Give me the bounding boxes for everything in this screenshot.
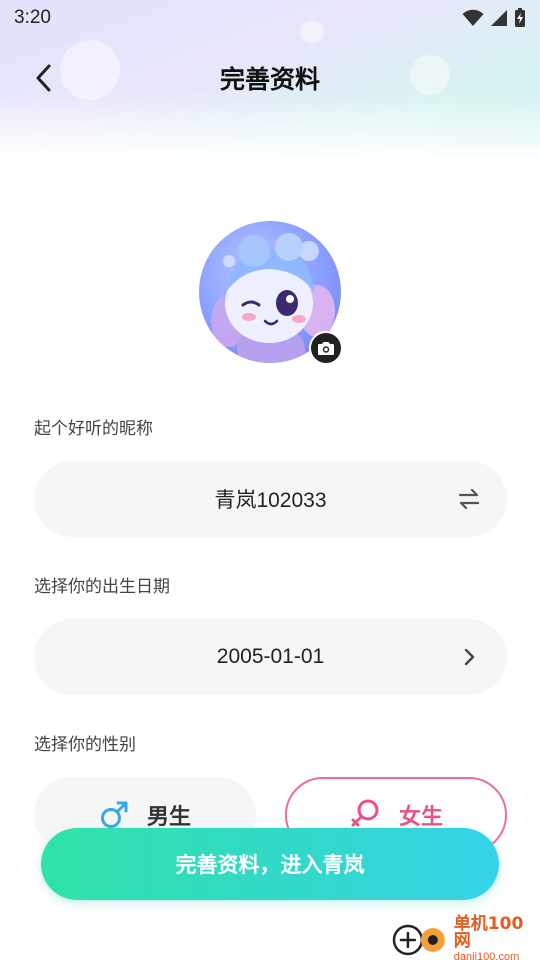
watermark-logo-icon	[392, 924, 445, 956]
watermark-url: danji100.com	[453, 950, 520, 960]
birthday-field[interactable]: 2005-01-01	[34, 619, 507, 695]
battery-charging-icon	[515, 8, 525, 27]
page-title: 完善资料	[219, 65, 320, 94]
change-avatar-button[interactable]	[309, 331, 343, 365]
birthday-value: 2005-01-01	[216, 645, 325, 668]
nickname-label: 起个好听的昵称	[34, 419, 153, 439]
status-time: 3:20	[14, 7, 51, 28]
chevron-right-icon	[464, 648, 475, 666]
swap-icon	[458, 488, 480, 510]
random-nickname-button[interactable]	[457, 487, 481, 511]
male-icon	[100, 801, 128, 828]
watermark-text: 单机100网 danji100.com	[453, 913, 540, 960]
wifi-icon	[462, 9, 484, 26]
status-icons	[462, 8, 526, 28]
top-bar: 完善资料	[0, 52, 540, 104]
camera-icon	[318, 342, 334, 355]
watermark-title: 单机100网	[453, 913, 524, 951]
back-button[interactable]	[26, 60, 62, 96]
status-bar: 3:20	[0, 0, 540, 36]
signal-icon	[491, 10, 507, 26]
birthday-label: 选择你的出生日期	[34, 577, 170, 597]
birthday-chevron	[457, 645, 481, 669]
female-icon	[351, 799, 379, 827]
nickname-field[interactable]: 青岚102033	[34, 461, 507, 537]
chevron-left-icon	[36, 64, 51, 92]
nickname-value: 青岚102033	[214, 489, 327, 512]
avatar-container[interactable]	[199, 221, 343, 365]
submit-profile-button[interactable]: 完善资料，进入青岚	[41, 828, 499, 900]
gender-female-label: 女生	[398, 805, 443, 830]
gender-label: 选择你的性别	[34, 735, 136, 755]
watermark: 单机100网 danji100.com	[390, 913, 540, 960]
gender-male-label: 男生	[146, 805, 191, 830]
